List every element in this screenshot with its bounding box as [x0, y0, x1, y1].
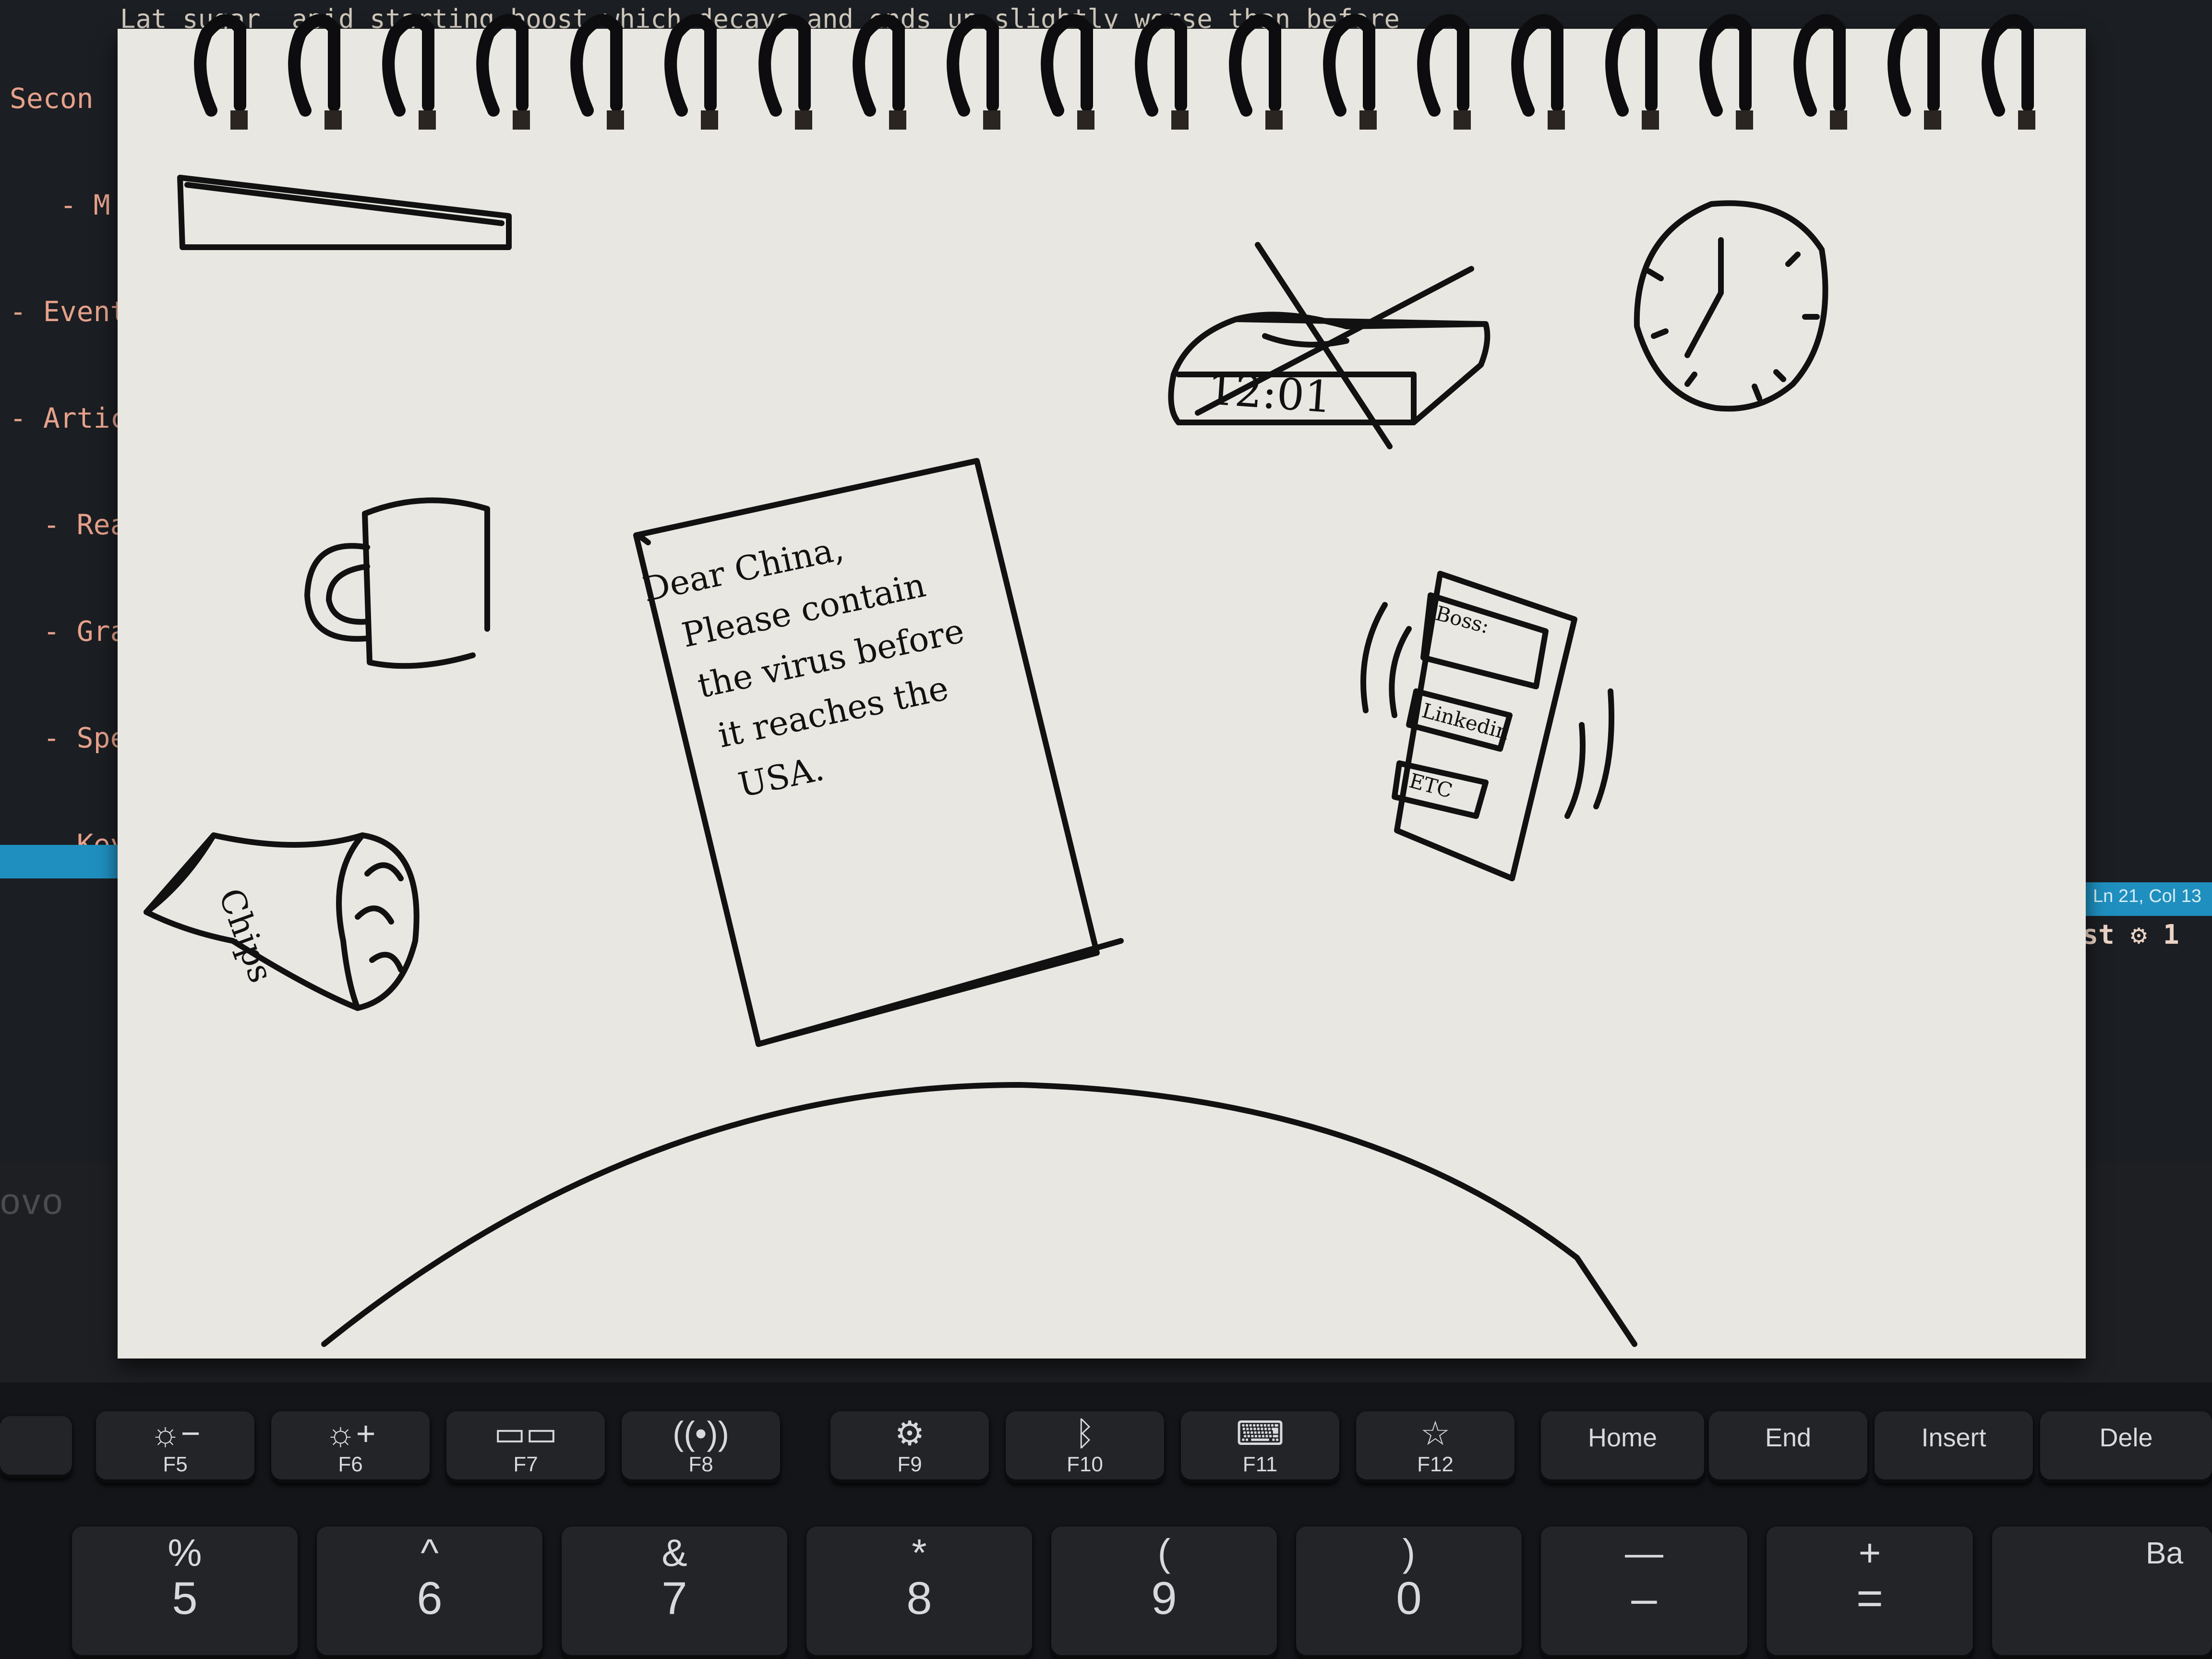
- wireless-icon: ((•)): [673, 1415, 729, 1452]
- spiral-hole: [419, 110, 436, 130]
- key-partial-left[interactable]: [0, 1416, 72, 1479]
- wall-clock-sketch: [1634, 200, 1828, 412]
- alarm-clock-display: 12:01: [1206, 364, 1334, 423]
- star-icon: ☆: [1420, 1415, 1451, 1452]
- spiral-binding: [194, 14, 2035, 130]
- letter-line: USA.: [735, 749, 828, 805]
- key-delete[interactable]: Dele: [2040, 1411, 2212, 1483]
- chips-bag-sketch: [144, 832, 420, 1011]
- spiral-ring: [1041, 14, 1093, 117]
- spiral-ring: [758, 14, 811, 117]
- sketchbook-page: Dear China, Please contain the virus bef…: [118, 29, 2086, 1358]
- spiral-hole: [607, 110, 624, 130]
- spiral-hole: [1736, 110, 1753, 130]
- spiral-ring: [570, 14, 623, 117]
- key-6[interactable]: ^ 6: [317, 1527, 542, 1659]
- keyboard-icon: ⌨: [1236, 1415, 1285, 1452]
- key-home[interactable]: Home: [1541, 1411, 1704, 1483]
- spiral-hole: [513, 110, 530, 130]
- spiral-ring: [1417, 14, 1469, 117]
- brightness-down-icon: ☼−: [150, 1415, 201, 1452]
- spiral-hole: [1642, 110, 1659, 130]
- key-backspace[interactable]: Ba: [1992, 1527, 2212, 1659]
- key-f6[interactable]: ☼+ F6: [271, 1411, 430, 1483]
- brightness-up-icon: ☼+: [325, 1415, 376, 1452]
- spiral-ring: [1605, 14, 1658, 117]
- spiral-ring: [1887, 14, 1940, 117]
- gear-icon: ⚙: [894, 1415, 925, 1452]
- spiral-ring: [664, 14, 717, 117]
- window-blind-sketch: [177, 175, 512, 250]
- key-f11[interactable]: ⌨ F11: [1181, 1411, 1339, 1483]
- letter-page-sketch: [633, 458, 1124, 1047]
- spiral-hole: [1830, 110, 1847, 130]
- spiral-ring: [1793, 14, 1846, 117]
- cursor-position: Ln 21, Col 13: [2093, 886, 2202, 906]
- spiral-ring: [288, 14, 340, 117]
- laptop-brand-logo: ovo: [0, 1181, 65, 1222]
- key-minus[interactable]: — –: [1541, 1527, 1747, 1659]
- spiral-ring: [1229, 14, 1281, 117]
- spiral-ring: [853, 14, 905, 117]
- spiral-hole: [983, 110, 1000, 130]
- spiral-ring: [947, 14, 999, 117]
- spiral-ring: [1982, 14, 2034, 117]
- spiral-hole: [2018, 110, 2035, 130]
- display-icon: ▭▭: [493, 1415, 558, 1452]
- spiral-hole: [325, 110, 342, 130]
- spiral-ring: [476, 14, 529, 117]
- spiral-hole: [1265, 110, 1283, 130]
- spiral-ring: [1699, 14, 1752, 117]
- key-f10[interactable]: ᛒ F10: [1006, 1411, 1164, 1483]
- key-insert[interactable]: Insert: [1875, 1411, 2033, 1483]
- key-f5[interactable]: ☼− F5: [96, 1411, 254, 1483]
- keyboard: ☼− F5 ☼+ F6 ▭▭ F7 ((•)) F8 ⚙ F9 ᛒ F10 ⌨ …: [0, 1382, 2212, 1659]
- spiral-hole: [230, 110, 248, 130]
- key-5[interactable]: % 5: [72, 1527, 298, 1659]
- key-f9[interactable]: ⚙ F9: [830, 1411, 989, 1483]
- spiral-hole: [1171, 110, 1189, 130]
- spiral-hole: [1924, 110, 1941, 130]
- key-9[interactable]: ( 9: [1051, 1527, 1277, 1659]
- spiral-hole: [795, 110, 812, 130]
- spiral-hole: [1454, 110, 1471, 130]
- bluetooth-icon: ᛒ: [1075, 1415, 1095, 1452]
- key-equals[interactable]: + =: [1767, 1527, 1973, 1659]
- spiral-hole: [1359, 110, 1377, 130]
- globe-arc-sketch: [321, 1082, 1637, 1347]
- spiral-hole: [1077, 110, 1094, 130]
- key-8[interactable]: * 8: [806, 1527, 1032, 1659]
- spiral-hole: [889, 110, 906, 130]
- spiral-ring: [382, 14, 434, 117]
- spiral-hole: [701, 110, 718, 130]
- coffee-mug-sketch: [304, 497, 490, 669]
- key-end[interactable]: End: [1709, 1411, 1867, 1483]
- key-f12[interactable]: ☆ F12: [1356, 1411, 1515, 1483]
- spiral-hole: [1548, 110, 1565, 130]
- spiral-ring: [194, 14, 246, 117]
- spiral-ring: [1135, 14, 1187, 117]
- key-7[interactable]: & 7: [562, 1527, 787, 1659]
- key-0[interactable]: ) 0: [1296, 1527, 1522, 1659]
- sketch-drawing: Dear China, Please contain the virus bef…: [144, 175, 1828, 1347]
- key-f8[interactable]: ((•)) F8: [622, 1411, 780, 1483]
- key-f7[interactable]: ▭▭ F7: [446, 1411, 605, 1483]
- spiral-ring: [1511, 14, 1563, 117]
- spiral-ring: [1323, 14, 1375, 117]
